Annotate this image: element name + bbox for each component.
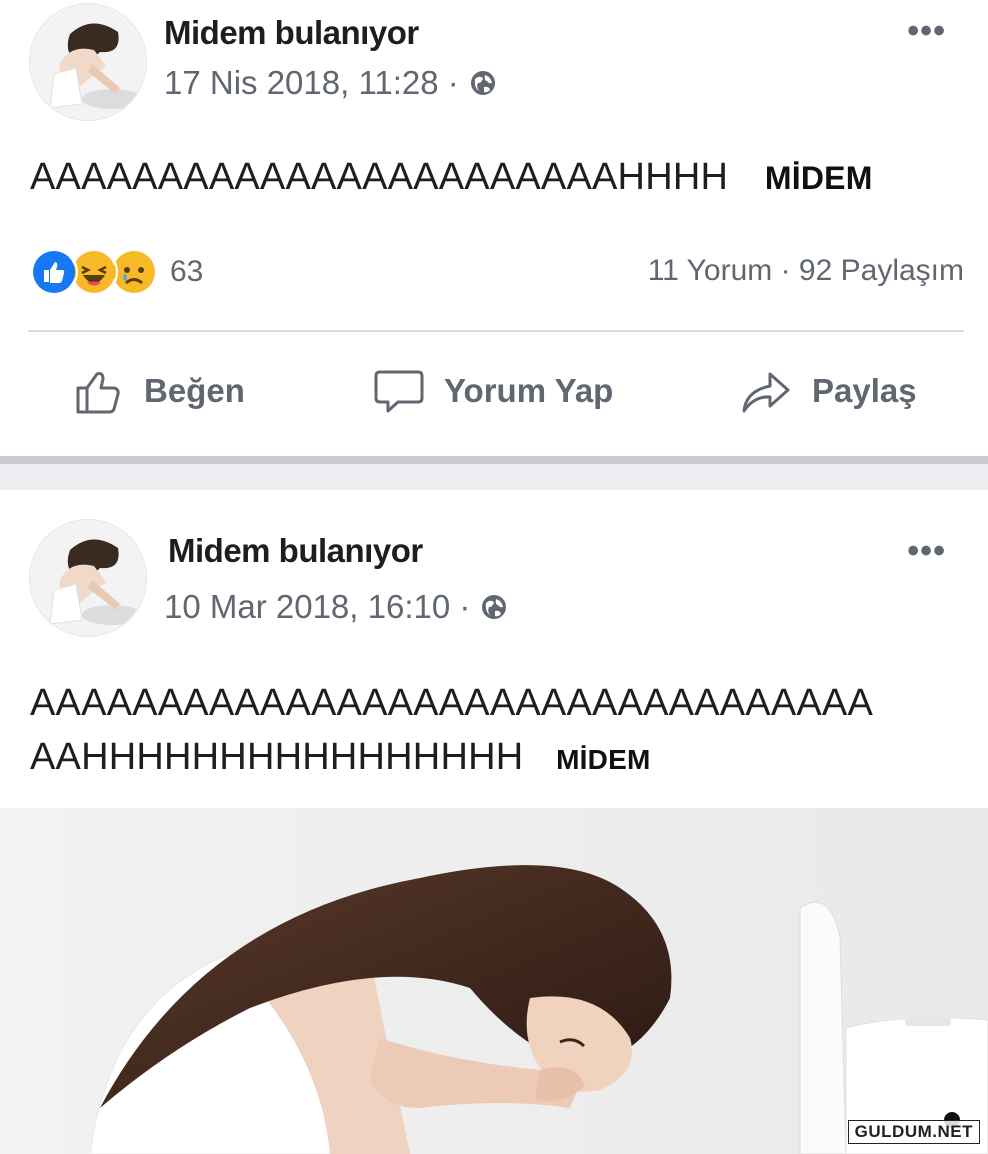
post-author[interactable]: Midem bulanıyor — [168, 532, 423, 570]
post-card-1: Midem bulanıyor 17 Nis 2018, 11:28 · •••… — [0, 0, 988, 456]
post-timestamp[interactable]: 10 Mar 2018, 16:10 · — [164, 588, 470, 626]
more-options-icon[interactable]: ••• — [907, 14, 946, 48]
more-options-icon[interactable]: ••• — [907, 534, 946, 568]
post-text-line: AAHHHHHHHHHHHHHHHH — [30, 736, 524, 778]
post-text: AAAAAAAAAAAAAAAAAAAAAAAAAAAAAAAAA AAHHHH… — [30, 676, 873, 787]
post-meta: 17 Nis 2018, 11:28 · — [164, 64, 497, 102]
post-author[interactable]: Midem bulanıyor — [164, 14, 419, 52]
comment-label: Yorum Yap — [444, 372, 614, 409]
reaction-count: 63 — [170, 255, 204, 288]
post-photo[interactable]: GULDUM.NET — [0, 808, 988, 1154]
comment-button[interactable]: Yorum Yap — [372, 364, 613, 418]
caption-overlay: MİDEM — [556, 744, 651, 775]
share-label: Paylaş — [812, 372, 917, 409]
feed-divider — [0, 456, 988, 490]
avatar[interactable] — [30, 520, 146, 636]
post-text-line: AAAAAAAAAAAAAAAAAAAAAAAHHHH — [30, 156, 729, 198]
share-arrow-icon — [742, 372, 790, 413]
post-meta: 10 Mar 2018, 16:10 · — [164, 588, 508, 626]
globe-icon — [470, 71, 495, 95]
thumbs-up-icon — [76, 372, 120, 414]
avatar-image — [30, 520, 146, 636]
avatar-image — [30, 4, 146, 120]
post-card-2: Midem bulanıyor 10 Mar 2018, 16:10 · •••… — [0, 490, 988, 808]
caption-overlay: MİDEM — [764, 160, 873, 196]
post-text-line: AAAAAAAAAAAAAAAAAAAAAAAAAAAAAAAAA — [30, 682, 874, 724]
photo-illustration — [0, 808, 988, 1154]
watermark: GULDUM.NET — [847, 1120, 980, 1144]
post-stats[interactable]: 11 Yorum · 92 Paylaşım — [648, 254, 964, 288]
like-icon — [30, 248, 78, 296]
post-timestamp[interactable]: 17 Nis 2018, 11:28 · — [164, 64, 459, 102]
comment-bubble-icon — [374, 370, 424, 413]
post-text-line-2: AAHHHHHHHHHHHHHHHH MİDEM — [30, 730, 873, 787]
share-button[interactable]: Paylaş — [740, 364, 917, 418]
divider — [28, 330, 964, 332]
globe-icon — [482, 595, 507, 619]
like-label: Beğen — [144, 372, 245, 409]
avatar[interactable] — [30, 4, 146, 120]
post-text: AAAAAAAAAAAAAAAAAAAAAAAHHHH MİDEM — [30, 150, 873, 205]
reaction-summary[interactable]: 63 — [30, 248, 203, 296]
like-button[interactable]: Beğen — [72, 364, 245, 418]
